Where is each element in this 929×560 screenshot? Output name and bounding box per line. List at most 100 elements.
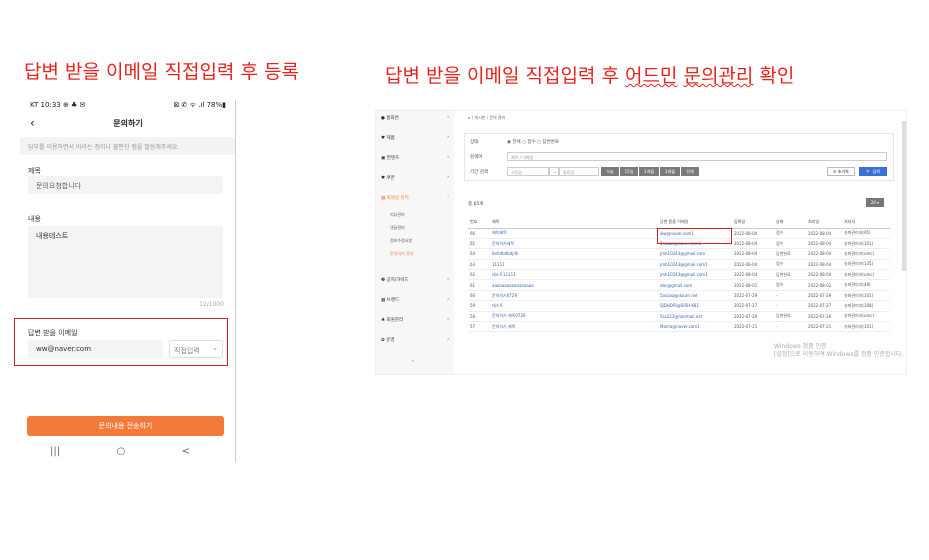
content-field[interactable]: 내용테스트 — [28, 226, 223, 298]
cell-handler: 슈퍼관리자(umc) — [842, 269, 890, 281]
sidebar-sub-comment[interactable]: 댓글관리 — [390, 225, 405, 231]
table-row[interactable]: 64 6ehdbdbdjdh jmh10243@gmail.com 2022-08-0… — [468, 248, 890, 260]
cell-handler: 슈퍼관리자(101) — [842, 290, 890, 302]
date-btn-all[interactable]: 전체 — [681, 167, 699, 176]
right-heading-admin: 어드민 — [624, 65, 678, 87]
recent-apps-icon[interactable]: ||| — [50, 446, 60, 457]
sidebar-item-product[interactable]: ♥ 제품 › — [381, 135, 451, 141]
cell-number: 66 — [468, 228, 490, 239]
content-label: 내용 — [28, 215, 41, 223]
cell-handler: 슈퍼관리자(umc) — [842, 311, 890, 323]
status-bar: KT 10:33 ⊕ ♣ ✉ ⊠ ✆ ᯤ .ıl 78%▮ — [30, 101, 226, 110]
status-filter-radios[interactable]: ◉ 전체 ○ 접수 ○ 답변완료 — [507, 139, 559, 145]
reset-button[interactable]: ⟳ 초기화 — [827, 167, 855, 176]
sidebar-sub-inquiry[interactable]: 문의하기 관리 — [390, 251, 413, 257]
cell-title[interactable]: 제목제목 — [490, 228, 658, 239]
sidebar-item-notice[interactable]: ❷ 공지/가이드 › — [381, 277, 451, 283]
cell-handler: 슈퍼관리자(48) — [842, 279, 890, 291]
cell-email[interactable]: jmh10243@gmail.com1 — [658, 269, 732, 281]
table-row[interactable]: 63 11111 jmh10243@gmail.com1 2022-08-04 접수 20… — [468, 259, 890, 271]
cell-handler: 슈퍼관리자(108) — [842, 300, 890, 312]
cell-number: 58 — [468, 311, 490, 323]
table-row[interactable]: 60 문의하기0729 5asaaa@daum.net 2022-07-29-2022… — [468, 290, 890, 302]
start-date-input[interactable]: 시작일 — [507, 167, 549, 176]
col-processed: 처리일 — [806, 216, 842, 229]
cell-title[interactable]: 테스트 — [490, 300, 658, 312]
cell-title[interactable]: 문의하기 제목0726 — [490, 311, 658, 323]
col-handler: 처리자 — [842, 216, 890, 229]
cell-email[interactable]: Mama@naver.com1 — [658, 321, 732, 333]
col-email: 답변 받을 이메일 — [658, 216, 732, 229]
cell-email[interactable]: 5asaaa@daum.net — [658, 290, 732, 302]
right-heading: 답변 받을 이메일 직접입력 후 어드민 문의관리 확인 — [385, 61, 794, 88]
cell-status: 접수 — [774, 228, 806, 239]
table-row[interactable]: 58 문의하기 제목0726 5ss223@hanmail.net 2022-07-2… — [468, 311, 890, 323]
cell-status: 접수 — [774, 259, 806, 271]
cell-title[interactable]: 11111 — [490, 259, 658, 271]
sidebar-item-coupon[interactable]: ♥ 쿠폰 › — [381, 175, 451, 181]
sidebar-item-content[interactable]: ▣ 컨텐츠 › — [381, 155, 451, 161]
sidebar-sub-review[interactable]: 리뷰관리 — [390, 212, 405, 218]
table-row[interactable]: 57 문의하기 제목 Mama@naver.com1 2022-07-21-2022-… — [468, 321, 890, 333]
cell-handler: 슈퍼관리자(95) — [842, 228, 890, 239]
page-title: 문의하기 — [113, 119, 143, 128]
sidebar-sub-edit-request[interactable]: 정보수정요청 — [390, 238, 412, 244]
cell-number: 63 — [468, 259, 490, 271]
cell-title[interactable]: 테스트11111 — [490, 269, 658, 281]
keyword-input[interactable]: 제목 / 이메일 — [507, 152, 887, 161]
date-btn-1m[interactable]: 1개월 — [639, 167, 659, 176]
submit-button[interactable]: 문의내용 전송하기 — [27, 416, 224, 436]
cell-registered: 2022-08-04 — [732, 269, 774, 281]
cell-title[interactable]: aaaaaaaaaaaaaaaaa — [490, 279, 658, 291]
email-input[interactable]: ww@naver.com — [28, 340, 163, 358]
cell-email[interactable]: SJDHDRI@SISH.K81 — [658, 300, 732, 312]
cell-email[interactable]: jmh10243@gmail.com — [658, 248, 732, 260]
cell-email[interactable]: jmh10243@gmail.com1 — [658, 259, 732, 271]
sidebar-item-home[interactable]: ● 홈화면 › — [381, 115, 451, 121]
subject-field[interactable]: 문의요청합니다 — [28, 176, 223, 194]
chevron-down-icon: ⌄ — [212, 344, 218, 352]
search-button[interactable]: 🔍 검색 — [859, 167, 887, 176]
date-btn-3m[interactable]: 3개월 — [660, 167, 680, 176]
cell-title[interactable]: 문의하기제목 — [490, 238, 658, 250]
email-domain-select[interactable]: 직접입력 ⌄ — [169, 340, 223, 358]
email-highlight-box — [657, 228, 732, 244]
cell-title[interactable]: 6ehdbdbdjdh — [490, 248, 658, 260]
end-date-input[interactable]: 종료일 — [559, 167, 599, 176]
back-icon[interactable]: < — [182, 446, 190, 457]
table-row[interactable]: 59 테스트 SJDHDRI@SISH.K81 2022-07-27-2022-07-… — [468, 300, 890, 312]
sidebar-item-operation[interactable]: ✿ 운영 › — [381, 337, 451, 343]
table-row[interactable]: 62 테스트11111 jmh10243@gmail.com1 2022-08-04 답… — [468, 269, 890, 281]
collapse-icon[interactable]: ‹ — [412, 359, 422, 364]
cell-title[interactable]: 문의하기0729 — [490, 290, 658, 302]
cell-email[interactable]: abc@gmail.com — [658, 279, 732, 291]
cell-title[interactable]: 문의하기 제목 — [490, 321, 658, 333]
phone-screen: KT 10:33 ⊕ ♣ ✉ ⊠ ✆ ᯤ .ıl 78%▮ ‹ 문의하기 답부를… — [14, 96, 236, 464]
status-right: ⊠ ✆ ᯤ .ıl 78%▮ — [173, 101, 226, 109]
date-btn-15d[interactable]: 15일 — [620, 167, 638, 176]
cell-number: 61 — [468, 279, 490, 291]
cell-registered: 2022-08-01 — [732, 279, 774, 291]
sidebar-item-brand[interactable]: ▦ 브랜드 › — [381, 297, 451, 303]
home-icon[interactable]: ○ — [116, 446, 125, 457]
date-separator: ~ — [549, 167, 559, 176]
scrollbar[interactable] — [902, 121, 906, 271]
cell-processed: 2022-08-04 — [806, 259, 842, 271]
col-status: 상태 — [774, 216, 806, 229]
cell-status: - — [774, 300, 806, 312]
cell-handler: 슈퍼관리자(101) — [842, 321, 890, 333]
windows-watermark: Windows 정품 인증 [설정]으로 이동하여 Windows를 정품 인증… — [774, 343, 904, 358]
breadcrumb: ⌂ / 게시판 / 문의 관리 — [468, 115, 506, 120]
per-page-select[interactable]: 20 ▾ — [866, 198, 884, 207]
sidebar-item-members[interactable]: ♣ 회원관리 › — [381, 317, 451, 323]
sidebar-item-member-posts[interactable]: ▦ 회원글 관리 › — [381, 195, 451, 201]
keyword-label: 검색어 — [470, 155, 483, 160]
date-btn-today[interactable]: 오늘 — [601, 167, 619, 176]
app-bar: ‹ 문의하기 — [20, 116, 236, 132]
cell-registered: 2022-07-21 — [732, 321, 774, 333]
cell-processed: 2022-08-04 — [806, 228, 842, 239]
total-count: 총 65개 — [468, 202, 484, 207]
table-row[interactable]: 61 aaaaaaaaaaaaaaaaa abc@gmail.com 2022-08-… — [468, 279, 890, 291]
cell-registered: 2022-08-04 — [732, 248, 774, 260]
cell-email[interactable]: 5ss223@hanmail.net — [658, 311, 732, 323]
